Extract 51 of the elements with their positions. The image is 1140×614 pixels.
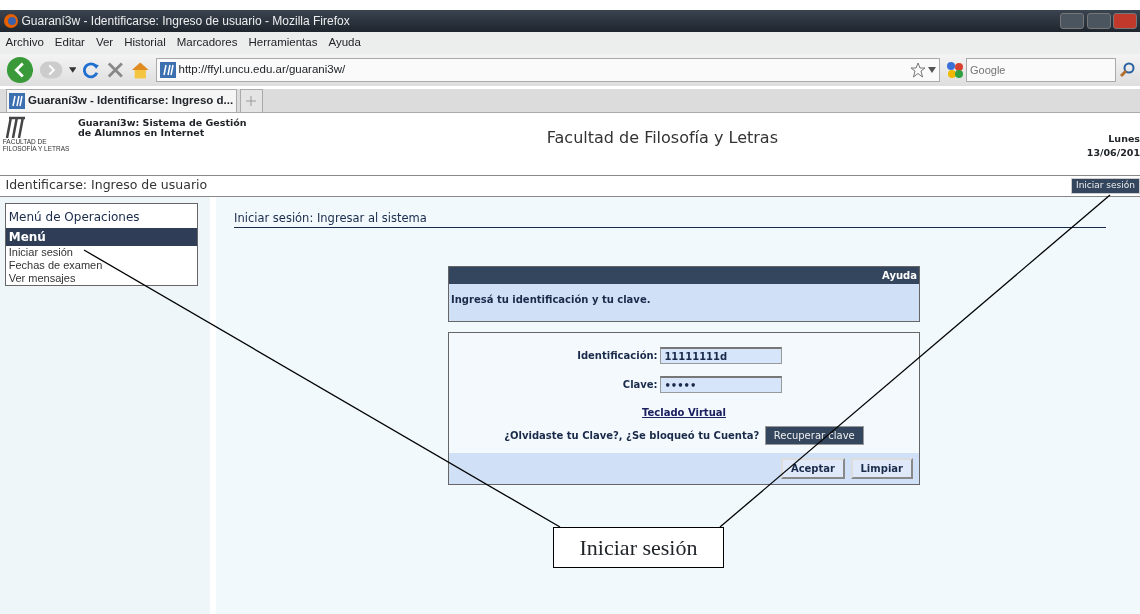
input-field[interactable]: ••••• xyxy=(660,376,783,394)
address-field[interactable]: http://ffyl.uncu.edu.ar/guarani3w/ xyxy=(156,58,940,82)
login-button[interactable]: Iniciar sesión xyxy=(1071,178,1140,194)
minimize-button[interactable] xyxy=(1059,13,1084,29)
site-icon xyxy=(9,92,26,109)
clear-button[interactable]: Limpiar xyxy=(850,458,913,480)
menu-item[interactable]: Editar xyxy=(54,34,85,52)
menu-title: Menú de Operaciones xyxy=(7,208,141,226)
day-label: Lunes xyxy=(1107,131,1140,146)
menu-item[interactable]: Historial xyxy=(124,34,166,52)
forgot-text: ¿Olvidaste tu Clave?, ¿Se bloqueó tu Cuenta? xyxy=(504,429,760,444)
home-icon[interactable] xyxy=(130,60,151,80)
new-tab-button[interactable] xyxy=(239,88,263,112)
url-text: http://ffyl.uncu.edu.ar/guarani3w/ xyxy=(178,62,347,78)
help-title: Ayuda xyxy=(449,267,919,285)
virtual-keyboard-link[interactable]: Teclado Virtual xyxy=(642,405,726,421)
menu-item[interactable]: Iniciar sesión xyxy=(6,245,197,259)
system-name: Guaraní3w: Sistema de Gestión de Alumnos en Internet xyxy=(78,115,248,140)
section-heading: Iniciar sesión: Ingresar al sistema xyxy=(234,210,427,225)
restore-button[interactable] xyxy=(1086,13,1111,29)
page-title: Identificarse: Ingreso de usuario xyxy=(5,176,208,195)
callout-label: Iniciar sesión xyxy=(553,527,724,568)
accept-button[interactable]: Aceptar xyxy=(780,458,845,480)
recover-button[interactable]: Recuperar clave xyxy=(764,426,864,446)
close-button[interactable] xyxy=(1113,13,1138,29)
menu-item[interactable]: Fechas de examen xyxy=(6,258,197,272)
stop-icon[interactable] xyxy=(105,60,125,80)
search-icon[interactable] xyxy=(1118,62,1135,78)
search-field[interactable]: Google xyxy=(966,58,1116,82)
help-text: Ingresá tu identificación y tu clave. xyxy=(449,284,919,322)
star-icon[interactable] xyxy=(909,62,926,78)
menu-item[interactable]: Ver xyxy=(95,34,114,52)
menu-item[interactable]: Herramientas xyxy=(248,34,318,52)
plus-icon xyxy=(246,95,257,106)
date-label: 13/06/201 xyxy=(1086,145,1140,160)
menu-item[interactable]: Ayuda xyxy=(328,34,361,52)
dropdown-icon[interactable] xyxy=(928,67,937,73)
faculty-name: Facultad de Filosofía y Letras xyxy=(545,126,779,149)
browser-tab[interactable]: Guaraní3w - Identificarse: Ingreso d... xyxy=(5,88,237,112)
reload-icon[interactable] xyxy=(81,60,101,80)
site-icon xyxy=(159,62,176,78)
menu-item[interactable]: Marcadores xyxy=(176,34,238,52)
dropdown-icon[interactable] xyxy=(68,67,77,73)
menu-section-header: Menú xyxy=(6,227,197,246)
menu-item[interactable]: Ver mensajes xyxy=(6,271,197,285)
back-icon[interactable] xyxy=(5,55,34,85)
menu-item[interactable]: Archivo xyxy=(5,34,44,52)
field-label: Clave: xyxy=(621,378,658,393)
window-title: Guaraní3w - Identificarse: Ingreso de usuario - Mozilla Firefox xyxy=(21,13,351,30)
field-label: Identificación: xyxy=(576,349,658,364)
input-field[interactable]: 11111111d xyxy=(660,347,783,365)
